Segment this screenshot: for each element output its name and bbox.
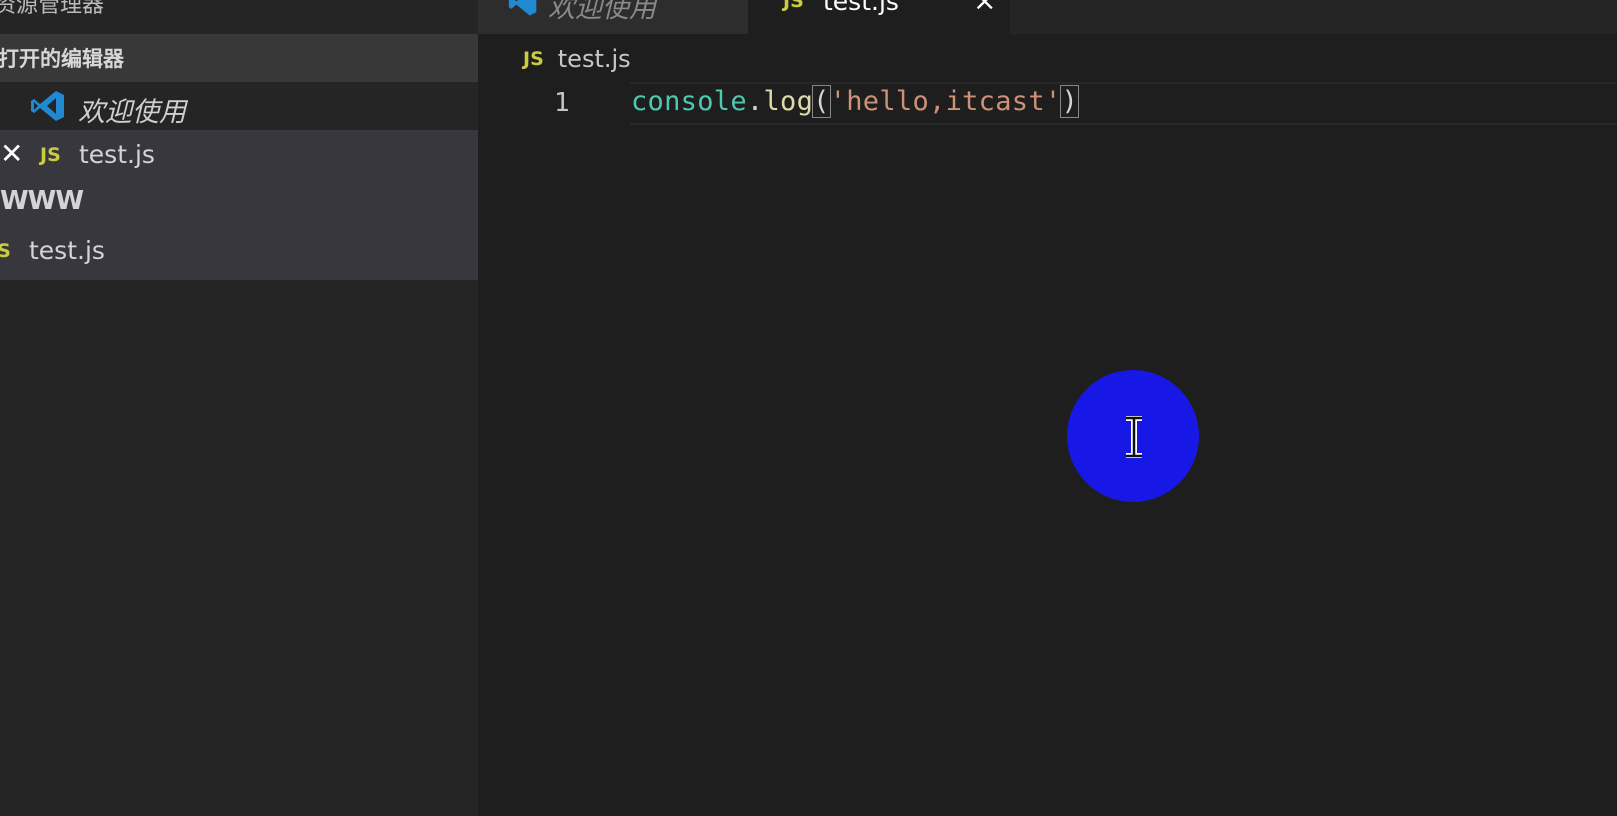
explorer-title: 资源管理器 (0, 0, 105, 18)
file-item-testjs[interactable]: JS test.js (0, 226, 478, 280)
text-cursor-icon (1126, 416, 1142, 458)
code-token-close-paren: ) (1060, 85, 1080, 118)
close-icon[interactable]: × (973, 0, 996, 17)
code-line[interactable]: console.log('hello,itcast') (631, 85, 1080, 118)
code-token-object: console (631, 86, 747, 117)
folder-label: WWW (0, 186, 84, 216)
vscode-window: 资源管理器 打开的编辑器 欢迎使用 ✕ JS test.js WWW JS te… (0, 0, 1617, 816)
explorer-sidebar: 资源管理器 打开的编辑器 欢迎使用 ✕ JS test.js WWW JS te… (0, 0, 478, 816)
editor-tab-bar: 欢迎使用 JS test.js × (478, 0, 1617, 34)
code-token-open-paren: ( (812, 85, 831, 118)
code-editor[interactable]: 1 console.log('hello,itcast') (478, 82, 1617, 816)
open-editor-label: 欢迎使用 (78, 97, 186, 128)
vscode-icon (31, 91, 64, 121)
line-number: 1 (554, 88, 570, 118)
open-editor-label: test.js (79, 140, 155, 169)
open-editors-label: 打开的编辑器 (0, 47, 124, 71)
open-editor-item-testjs[interactable]: ✕ JS test.js (0, 130, 478, 178)
breadcrumb-file[interactable]: test.js (558, 45, 631, 73)
vscode-icon (508, 0, 537, 16)
breadcrumb[interactable]: JS test.js (523, 42, 631, 76)
js-icon: JS (40, 144, 61, 166)
js-icon: JS (523, 48, 544, 70)
tab-testjs[interactable]: JS test.js × (748, 0, 1010, 34)
file-label: test.js (29, 236, 105, 265)
open-editors-header[interactable]: 打开的编辑器 (0, 34, 478, 82)
code-token-method: log (763, 86, 814, 117)
open-editor-item-welcome[interactable]: 欢迎使用 (0, 82, 478, 130)
code-token-string: 'hello,itcast' (829, 86, 1062, 117)
tab-welcome[interactable]: 欢迎使用 (478, 0, 748, 34)
tab-label: 欢迎使用 (548, 0, 656, 24)
js-icon: JS (783, 0, 804, 12)
tab-label: test.js (823, 0, 899, 16)
js-icon: JS (0, 240, 11, 262)
close-icon[interactable]: ✕ (0, 137, 23, 170)
folder-header-www[interactable]: WWW (0, 178, 478, 226)
code-token-dot: . (746, 86, 764, 117)
